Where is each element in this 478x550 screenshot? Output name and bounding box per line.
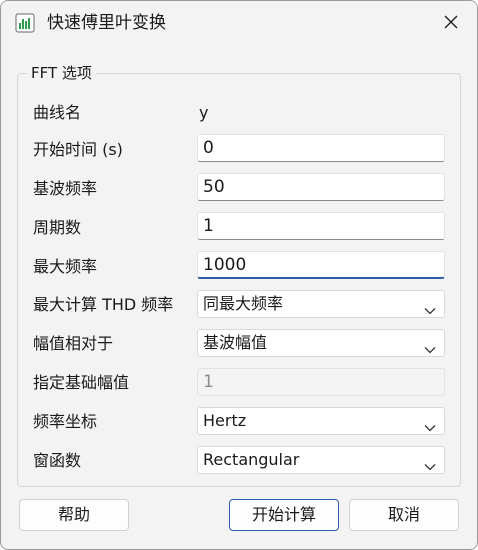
base-amplitude-input: 1 <box>197 368 445 396</box>
close-icon <box>444 14 458 33</box>
max-thd-freq-label: 最大计算 THD 频率 <box>33 295 174 314</box>
chevron-down-icon <box>424 456 436 471</box>
max-freq-input[interactable]: 1000 <box>197 251 445 279</box>
max-thd-freq-value: 同最大频率 <box>203 294 284 313</box>
fft-dialog: 快速傅里叶变换 FFT 选项 曲线名 y 开始时间 (s) 0 基波频率 50 … <box>0 0 478 550</box>
start-time-label: 开始时间 (s) <box>33 140 123 159</box>
help-button[interactable]: 帮助 <box>19 499 129 531</box>
freq-axis-value: Hertz <box>203 411 247 430</box>
max-thd-freq-select[interactable]: 同最大频率 <box>197 290 445 318</box>
curve-name-value: y <box>199 103 209 122</box>
freq-axis-label: 频率坐标 <box>33 412 98 431</box>
max-freq-label: 最大频率 <box>33 257 98 276</box>
periods-label: 周期数 <box>33 218 82 237</box>
chevron-down-icon <box>424 300 436 315</box>
cancel-button[interactable]: 取消 <box>349 499 459 531</box>
curve-name-label: 曲线名 <box>33 103 82 122</box>
bar-chart-icon <box>15 13 35 33</box>
amplitude-relative-select[interactable]: 基波幅值 <box>197 329 445 357</box>
close-button[interactable] <box>429 3 473 43</box>
amplitude-relative-label: 幅值相对于 <box>33 334 114 353</box>
base-amplitude-label: 指定基础幅值 <box>33 373 130 392</box>
group-title: FFT 选项 <box>27 63 96 83</box>
title-bar: 快速傅里叶变换 <box>1 1 477 45</box>
window-function-value: Rectangular <box>203 450 300 469</box>
fundamental-freq-label: 基波频率 <box>33 179 98 198</box>
window-function-label: 窗函数 <box>33 451 82 470</box>
window-title: 快速傅里叶变换 <box>47 13 166 33</box>
freq-axis-select[interactable]: Hertz <box>197 407 445 435</box>
window-function-select[interactable]: Rectangular <box>197 446 445 474</box>
chevron-down-icon <box>424 417 436 432</box>
periods-input[interactable]: 1 <box>197 212 445 240</box>
amplitude-relative-value: 基波幅值 <box>203 333 268 352</box>
chevron-down-icon <box>424 339 436 354</box>
fundamental-freq-input[interactable]: 50 <box>197 173 445 201</box>
start-time-input[interactable]: 0 <box>197 134 445 162</box>
start-button[interactable]: 开始计算 <box>229 499 339 531</box>
